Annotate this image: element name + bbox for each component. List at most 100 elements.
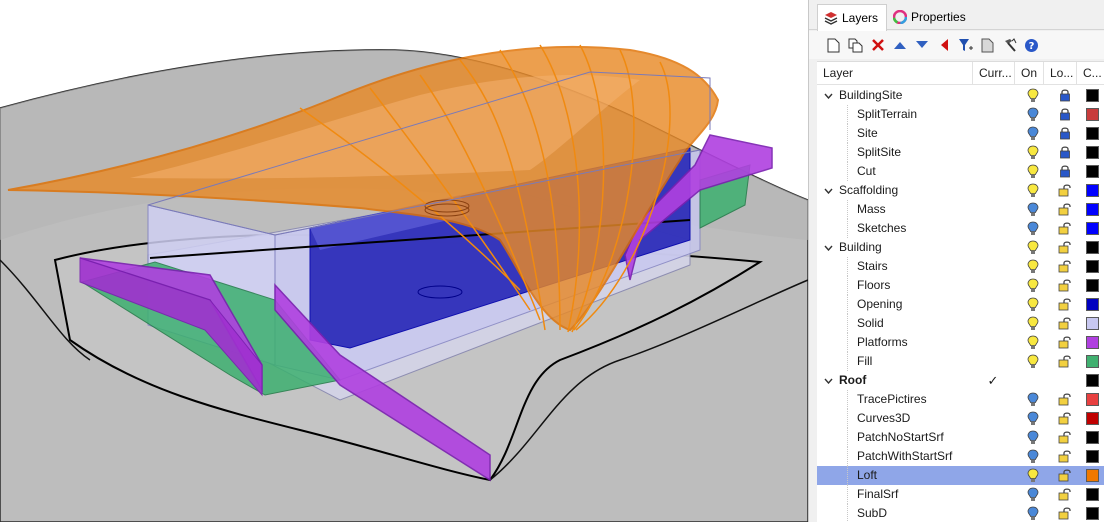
tools-button[interactable] <box>1001 37 1018 54</box>
layer-row-cut[interactable]: Cut <box>817 162 1104 181</box>
tab-layers[interactable]: Layers <box>817 4 888 31</box>
layer-color-swatch[interactable] <box>1086 298 1099 311</box>
chevron-down-icon[interactable] <box>823 86 833 105</box>
layer-color-swatch[interactable] <box>1086 127 1099 140</box>
layer-name[interactable]: Scaffolding <box>839 181 898 200</box>
layer-name[interactable]: Opening <box>857 295 902 314</box>
lock-open-icon[interactable] <box>1058 221 1072 235</box>
current-layer-checkmark-icon[interactable]: ✓ <box>985 371 1001 390</box>
layer-color-swatch[interactable] <box>1086 355 1099 368</box>
layer-row-tracepictires[interactable]: TracePictires <box>817 390 1104 409</box>
layer-states-button[interactable] <box>979 37 996 54</box>
lock-open-icon[interactable] <box>1058 354 1072 368</box>
lock-open-icon[interactable] <box>1058 335 1072 349</box>
layer-color-swatch[interactable] <box>1086 184 1099 197</box>
lock-open-icon[interactable] <box>1058 487 1072 501</box>
layer-row-roof[interactable]: Roof ✓ <box>817 371 1104 390</box>
layer-color-swatch[interactable] <box>1086 507 1099 520</box>
lock-open-icon[interactable] <box>1058 468 1072 482</box>
layer-name[interactable]: PatchNoStartSrf <box>857 428 944 447</box>
column-header-color[interactable]: C... <box>1077 62 1104 84</box>
lightbulb-on-icon[interactable] <box>1027 88 1039 103</box>
layer-color-swatch[interactable] <box>1086 279 1099 292</box>
layer-name[interactable]: Roof <box>839 371 866 390</box>
move-down-button[interactable] <box>913 37 930 54</box>
layer-row-curves3d[interactable]: Curves3D <box>817 409 1104 428</box>
layer-color-swatch[interactable] <box>1086 165 1099 178</box>
new-sublayer-button[interactable] <box>847 37 864 54</box>
model-scene[interactable] <box>0 0 808 522</box>
lock-open-icon[interactable] <box>1058 449 1072 463</box>
column-header-current[interactable]: Curr... <box>973 62 1015 84</box>
layer-row-loft[interactable]: Loft <box>817 466 1104 485</box>
lock-open-icon[interactable] <box>1058 183 1072 197</box>
layer-row-stairs[interactable]: Stairs <box>817 257 1104 276</box>
layer-name[interactable]: TracePictires <box>857 390 927 409</box>
lightbulb-off-icon[interactable] <box>1027 392 1039 407</box>
lock-open-icon[interactable] <box>1058 259 1072 273</box>
layer-color-swatch[interactable] <box>1086 488 1099 501</box>
layer-color-swatch[interactable] <box>1086 374 1099 387</box>
layer-row-patchnostartsrf[interactable]: PatchNoStartSrf <box>817 428 1104 447</box>
lightbulb-on-icon[interactable] <box>1027 335 1039 350</box>
new-layer-button[interactable] <box>825 37 842 54</box>
layer-name[interactable]: Stairs <box>857 257 888 276</box>
layer-name[interactable]: Mass <box>857 200 886 219</box>
lightbulb-on-icon[interactable] <box>1027 240 1039 255</box>
lock-open-icon[interactable] <box>1058 240 1072 254</box>
lightbulb-on-icon[interactable] <box>1027 164 1039 179</box>
layer-color-swatch[interactable] <box>1086 203 1099 216</box>
lock-open-icon[interactable] <box>1058 506 1072 520</box>
layer-name[interactable]: Sketches <box>857 219 906 238</box>
layer-color-swatch[interactable] <box>1086 469 1099 482</box>
layer-color-swatch[interactable] <box>1086 317 1099 330</box>
tab-properties[interactable]: Properties <box>887 4 974 30</box>
chevron-down-icon[interactable] <box>823 238 833 257</box>
layer-row-fill[interactable]: Fill <box>817 352 1104 371</box>
lock-closed-icon[interactable] <box>1058 107 1072 121</box>
lock-closed-icon[interactable] <box>1058 126 1072 140</box>
layer-name[interactable]: SubD <box>857 504 887 522</box>
layer-color-swatch[interactable] <box>1086 222 1099 235</box>
move-up-button[interactable] <box>891 37 908 54</box>
layer-name[interactable]: Solid <box>857 314 884 333</box>
layer-row-finalsrf[interactable]: FinalSrf <box>817 485 1104 504</box>
lightbulb-on-icon[interactable] <box>1027 297 1039 312</box>
layer-row-opening[interactable]: Opening <box>817 295 1104 314</box>
lightbulb-off-icon[interactable] <box>1027 411 1039 426</box>
lightbulb-on-icon[interactable] <box>1027 259 1039 274</box>
lock-open-icon[interactable] <box>1058 430 1072 444</box>
layer-row-subd[interactable]: SubD <box>817 504 1104 522</box>
lock-open-icon[interactable] <box>1058 411 1072 425</box>
lightbulb-off-icon[interactable] <box>1027 487 1039 502</box>
layer-color-swatch[interactable] <box>1086 431 1099 444</box>
layer-name[interactable]: SplitSite <box>857 143 901 162</box>
layer-name[interactable]: Fill <box>857 352 872 371</box>
layer-color-swatch[interactable] <box>1086 108 1099 121</box>
layer-color-swatch[interactable] <box>1086 260 1099 273</box>
lock-closed-icon[interactable] <box>1058 145 1072 159</box>
lock-closed-icon[interactable] <box>1058 88 1072 102</box>
layer-name[interactable]: Loft <box>857 466 877 485</box>
lightbulb-off-icon[interactable] <box>1027 430 1039 445</box>
lock-open-icon[interactable] <box>1058 392 1072 406</box>
lock-open-icon[interactable] <box>1058 297 1072 311</box>
column-header-on[interactable]: On <box>1015 62 1044 84</box>
layer-color-swatch[interactable] <box>1086 450 1099 463</box>
lightbulb-on-icon[interactable] <box>1027 278 1039 293</box>
chevron-down-icon[interactable] <box>823 371 833 390</box>
lightbulb-off-icon[interactable] <box>1027 126 1039 141</box>
layer-row-mass[interactable]: Mass <box>817 200 1104 219</box>
column-header-lock[interactable]: Lo... <box>1044 62 1077 84</box>
lightbulb-off-icon[interactable] <box>1027 449 1039 464</box>
lock-open-icon[interactable] <box>1058 278 1072 292</box>
lightbulb-off-icon[interactable] <box>1027 221 1039 236</box>
lightbulb-on-icon[interactable] <box>1027 183 1039 198</box>
layer-row-splitterrain[interactable]: SplitTerrain <box>817 105 1104 124</box>
layer-row-building[interactable]: Building <box>817 238 1104 257</box>
layer-color-swatch[interactable] <box>1086 89 1099 102</box>
layer-row-site[interactable]: Site <box>817 124 1104 143</box>
help-button[interactable]: ? <box>1023 37 1040 54</box>
lightbulb-off-icon[interactable] <box>1027 202 1039 217</box>
layer-name[interactable]: BuildingSite <box>839 86 902 105</box>
